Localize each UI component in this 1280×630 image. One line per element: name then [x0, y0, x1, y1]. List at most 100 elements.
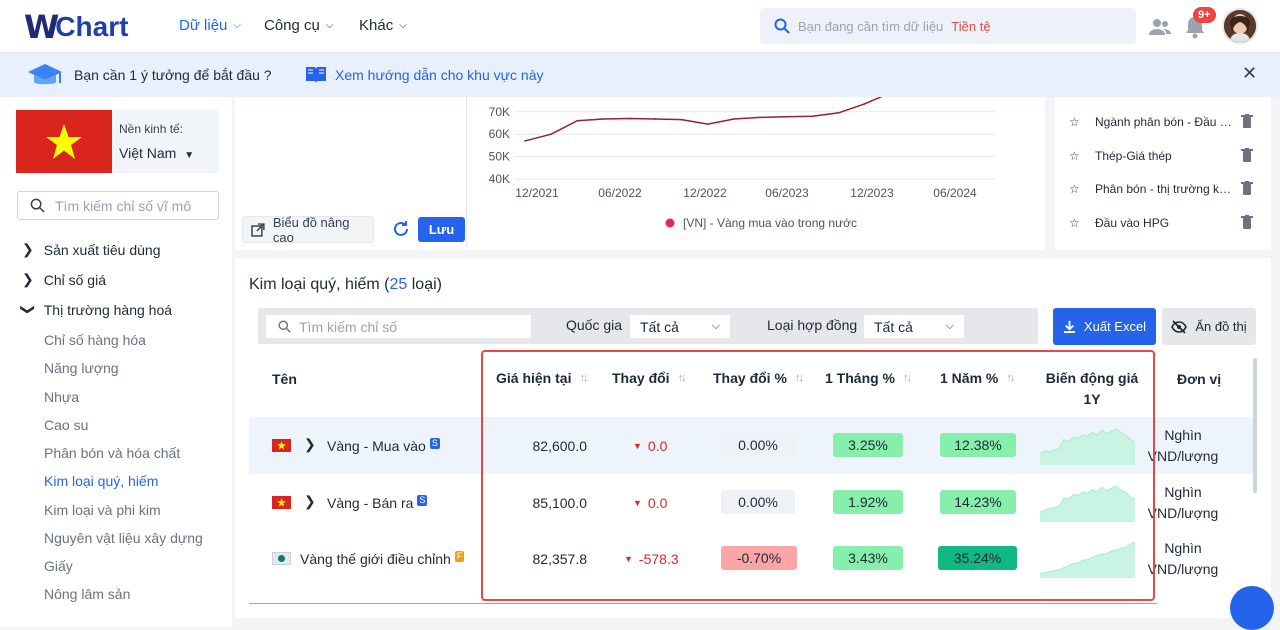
column-header-1y[interactable]: 1 Năm % ↑↓: [940, 370, 1015, 386]
scrollbar[interactable]: [1253, 358, 1257, 493]
sidebar-item-precious-metals[interactable]: Kim loại quý, hiếm: [44, 473, 158, 489]
sidebar-item-metals[interactable]: Kim loại và phi kim: [44, 502, 161, 518]
star-icon[interactable]: ☆: [1069, 182, 1083, 196]
watchlist-item[interactable]: ☆ Ngành phân bón - Đầu vào: [1069, 112, 1264, 132]
vietnam-flag-icon: [272, 496, 291, 509]
row-name: Vàng - Mua vào S: [327, 438, 440, 454]
data-point: [863, 103, 866, 105]
x-tick-label: 12/2023: [850, 186, 894, 200]
trash-icon[interactable]: [1241, 181, 1253, 195]
star-icon[interactable]: ☆: [1069, 216, 1083, 230]
caret-down-icon: ▼: [633, 498, 642, 508]
sidebar-item-commodity-index[interactable]: Chỉ số hàng hóa: [44, 332, 146, 348]
contract-type-select[interactable]: Tất cả ⌵: [864, 315, 964, 338]
save-button[interactable]: Lưu: [418, 217, 465, 242]
unit-cell: Nghìn VND/lượng: [1138, 425, 1228, 467]
row-name: Vàng - Bán ra S: [327, 495, 428, 511]
y-tick-label: 50K: [489, 150, 510, 164]
nav-other-label: Khác: [359, 17, 394, 34]
avatar[interactable]: [1222, 8, 1258, 44]
chevron-down-icon: ⌵: [945, 320, 954, 332]
watchlist-item[interactable]: ☆ Thép-Giá thép: [1069, 146, 1264, 166]
section-title: Kim loại quý, hiếm (25 loại): [249, 276, 442, 294]
column-header-price[interactable]: Giá hiện tại ↑↓: [496, 370, 588, 386]
users-icon[interactable]: [1148, 15, 1172, 39]
search-icon: [278, 320, 291, 333]
vietnam-flag-icon: [16, 110, 112, 173]
table-row[interactable]: ❯ Vàng - Bán ra S 85,100.0 ▼ 0.0 0.00% 1.9…: [249, 474, 1255, 531]
refresh-icon[interactable]: [392, 220, 410, 238]
star-icon[interactable]: ☆: [1069, 115, 1083, 129]
star-icon[interactable]: ☆: [1069, 149, 1083, 163]
assistant-button[interactable]: [1230, 586, 1274, 630]
source-tag: F: [454, 551, 465, 562]
sidebar-group-label: Thị trường hàng hoá: [43, 301, 173, 318]
export-excel-button[interactable]: Xuất Excel: [1053, 308, 1156, 345]
column-header-1m[interactable]: 1 Tháng % ↑↓: [825, 370, 912, 386]
search-input[interactable]: Bạn đang cần tìm dữ liệu Tiền tệ: [760, 8, 1136, 44]
economy-selector[interactable]: Nền kinh tế: Việt Nam ▼: [16, 110, 219, 173]
column-header-change[interactable]: Thay đổi ↑↓: [612, 370, 687, 386]
sidebar-item-rubber[interactable]: Cao su: [44, 417, 88, 433]
row-name-text: Vàng - Mua vào: [327, 438, 426, 454]
data-point: [602, 118, 605, 120]
table-row[interactable]: Vàng thế giới điều chỉnh F 82,357.8 ▼ -578…: [249, 530, 1255, 587]
sidebar-item-paper[interactable]: Giấy: [44, 558, 73, 574]
hide-chart-button[interactable]: Ẩn đồ thị: [1162, 308, 1256, 345]
1m-pct-pill: 3.25%: [833, 433, 903, 457]
change-value-text: -578.3: [638, 551, 679, 567]
logo[interactable]: W Chart: [24, 8, 129, 46]
unit-cell: Nghìn VND/lượng: [1138, 482, 1228, 524]
price-chart[interactable]: 70K 60K 50K 40K 12/2021 06/2022 12/2022 06/2023…: [475, 97, 1045, 247]
sidebar-item-construction[interactable]: Nguyên vật liệu xây dựng: [44, 530, 203, 546]
sidebar-item-fertilizer[interactable]: Phân bón và hóa chất: [44, 445, 180, 461]
close-icon[interactable]: ✕: [1242, 63, 1257, 84]
column-header-label-line2: 1Y: [1083, 391, 1101, 407]
column-header-label: Thay đổi: [612, 370, 670, 386]
trash-icon[interactable]: [1241, 215, 1253, 229]
change-pct-pill: 0.00%: [721, 490, 795, 514]
indicator-search-input[interactable]: Tìm kiếm chỉ số: [266, 315, 531, 338]
country-filter-label: Quốc gia: [566, 317, 623, 333]
x-tick-label: 06/2024: [933, 186, 977, 200]
nav-tools[interactable]: Công cụ ⌵: [264, 17, 333, 34]
table-row[interactable]: ❯ Vàng - Mua vào S 82,600.0 ▼ 0.0 0.00% 3.…: [249, 417, 1255, 474]
x-tick-label: 06/2023: [765, 186, 809, 200]
economy-value: Việt Nam ▼: [119, 145, 194, 161]
nav-data[interactable]: Dữ liệu ⌵: [179, 17, 241, 34]
expand-icon[interactable]: ❯: [304, 493, 316, 510]
country-filter-select[interactable]: Tất cả ⌵: [630, 315, 730, 338]
column-header-name[interactable]: Tên: [272, 371, 297, 387]
logo-text: Chart: [55, 11, 129, 42]
row-name-text: Vàng - Bán ra: [327, 495, 414, 511]
advanced-chart-button[interactable]: Biểu đồ nâng cao: [242, 215, 374, 245]
sidebar-search-input[interactable]: Tìm kiếm chỉ số vĩ mô: [17, 191, 219, 220]
sidebar-group-consumer-production[interactable]: ❯ Sản xuất tiêu dùng: [22, 241, 161, 258]
sidebar-group-label: Chỉ số giá: [43, 271, 106, 288]
column-header-change-pct[interactable]: Thay đổi % ↑↓: [713, 370, 804, 386]
y-tick-label: 60K: [489, 127, 510, 141]
caret-down-icon: ▼: [633, 441, 642, 451]
nav-other[interactable]: Khác ⌵: [359, 17, 407, 34]
sidebar-group-commodities[interactable]: ❯ Thị trường hàng hoá: [20, 301, 173, 318]
expand-icon[interactable]: ❯: [304, 436, 316, 453]
unit-line1: Nghìn: [1164, 540, 1202, 556]
change-value: ▼ 0.0: [633, 438, 667, 454]
trash-icon[interactable]: [1241, 114, 1253, 128]
watchlist-item[interactable]: ☆ Phân bón - thị trường khác: [1069, 179, 1264, 199]
trash-icon[interactable]: [1241, 148, 1253, 162]
sidebar-item-agriculture[interactable]: Nông lâm sản: [44, 586, 130, 602]
column-header-label: Đơn vị: [1177, 371, 1222, 387]
hide-chart-label: Ẩn đồ thị: [1195, 319, 1247, 334]
world-flag-icon: [272, 552, 291, 565]
sidebar-item-plastics[interactable]: Nhựa: [44, 389, 79, 405]
data-point: [706, 123, 709, 125]
sidebar-group-price-index[interactable]: ❯ Chỉ số giá: [22, 271, 106, 288]
sidebar-item-energy[interactable]: Năng lượng: [44, 360, 119, 376]
search-placeholder-accent: Tiền tệ: [951, 18, 991, 34]
sparkline-chart: [1040, 541, 1135, 578]
banner-guide-link[interactable]: Xem hướng dẫn cho khu vực này: [335, 67, 543, 83]
watchlist-item[interactable]: ☆ Đầu vào HPG: [1069, 213, 1264, 233]
vietnam-flag-icon: [272, 439, 291, 452]
data-point: [550, 133, 552, 135]
